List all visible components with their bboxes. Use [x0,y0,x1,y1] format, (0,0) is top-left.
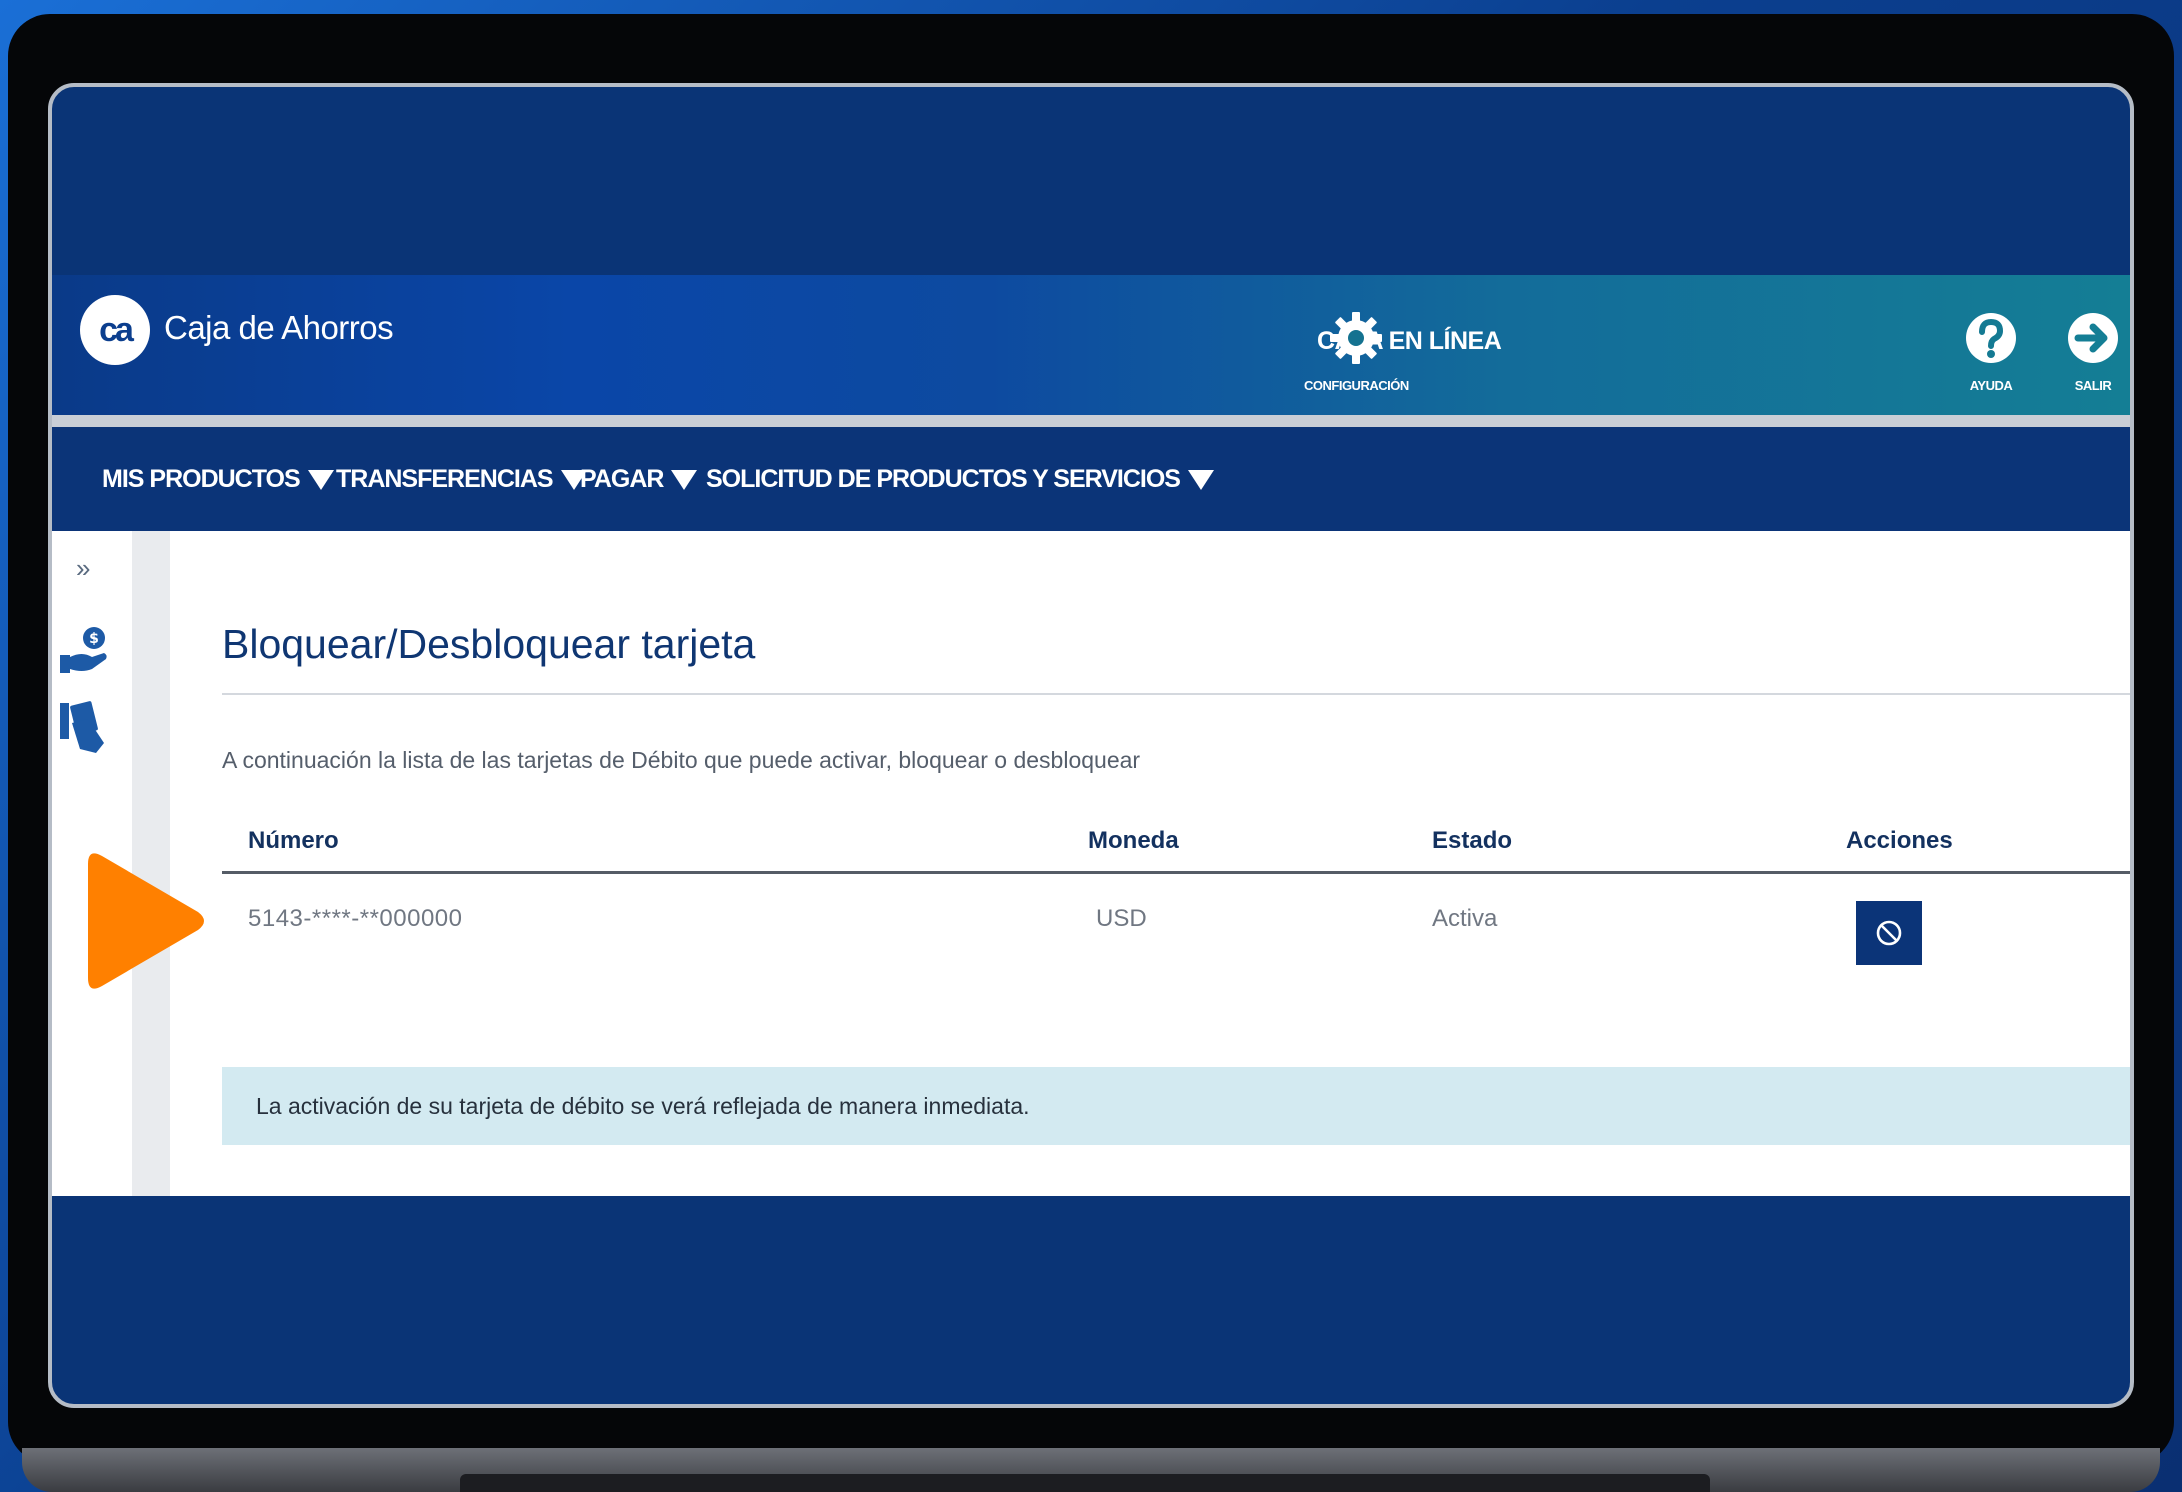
card-hand-icon[interactable] [58,699,110,755]
column-header-acciones: Acciones [1846,827,1953,854]
card-number: 5143-****-**000000 [248,905,463,932]
nav-item-label: TRANSFERENCIAS [336,465,554,493]
laptop-screen: ca Caja de Ahorros CAJA EN LÍNEA CONFIGU… [48,83,2134,1408]
sidebar-expand-button[interactable]: » [76,553,90,584]
title-divider [222,693,2130,695]
brand-logo[interactable]: ca [80,295,150,365]
card-status: Activa [1432,905,1498,932]
info-message: La activación de su tarjeta de débito se… [256,1093,1030,1119]
caret-down-icon [671,469,698,490]
brand-logo-text: ca [99,310,134,349]
header-divider [52,415,2130,427]
logout-label: SALIR [2074,378,2112,393]
brand-name: Caja de Ahorros [164,309,394,346]
settings-label: CONFIGURACIÓN [1304,378,1409,393]
svg-text:$: $ [89,631,99,647]
block-card-button[interactable] [1856,901,1922,965]
page-description: A continuación la lista de las tarjetas … [222,747,1141,773]
nav-item-label: MIS PRODUCTOS [102,465,301,493]
help-icon [1966,313,2016,363]
laptop-base-notch [460,1474,1710,1492]
caret-down-icon [307,469,334,490]
block-icon [1876,920,1902,946]
column-header-moneda: Moneda [1088,827,1179,854]
nav-item-label: SOLICITUD DE PRODUCTOS Y SERVICIOS [706,465,1181,493]
info-alert: La activación de su tarjeta de débito se… [222,1067,2130,1145]
money-hand-icon[interactable]: $ [58,625,110,677]
caret-down-icon [1187,469,1214,490]
main-panel: Bloquear/Desbloquear tarjeta A continuac… [170,531,2130,1196]
nav-transferencias[interactable]: TRANSFERENCIAS [336,465,587,494]
gear-icon [1330,312,1383,364]
column-header-numero: Número [248,827,339,854]
settings-button[interactable]: CONFIGURACIÓN [1304,311,1409,393]
nav-item-label: PAGAR [580,465,664,493]
logout-button[interactable]: SALIR [2066,311,2120,393]
card-currency: USD [1096,905,1147,932]
play-pointer-icon [88,853,204,989]
help-button[interactable]: AYUDA [1964,311,2018,393]
main-nav: MIS PRODUCTOS TRANSFERENCIAS PAGAR SOLIC… [52,427,2130,531]
app-header: ca Caja de Ahorros CAJA EN LÍNEA CONFIGU… [52,275,2130,415]
logout-icon [2068,313,2118,363]
nav-pagar[interactable]: PAGAR [580,465,698,494]
nav-solicitud-productos-servicios[interactable]: SOLICITUD DE PRODUCTOS Y SERVICIOS [706,465,1214,494]
nav-mis-productos[interactable]: MIS PRODUCTOS [102,465,334,494]
table-header-divider [222,871,2130,874]
page-title: Bloquear/Desbloquear tarjeta [222,621,756,667]
column-header-estado: Estado [1432,827,1513,854]
content-area: » $ Bloquear/Desbloquear tarjeta A conti… [52,531,2130,1196]
help-label: AYUDA [1969,378,2013,393]
